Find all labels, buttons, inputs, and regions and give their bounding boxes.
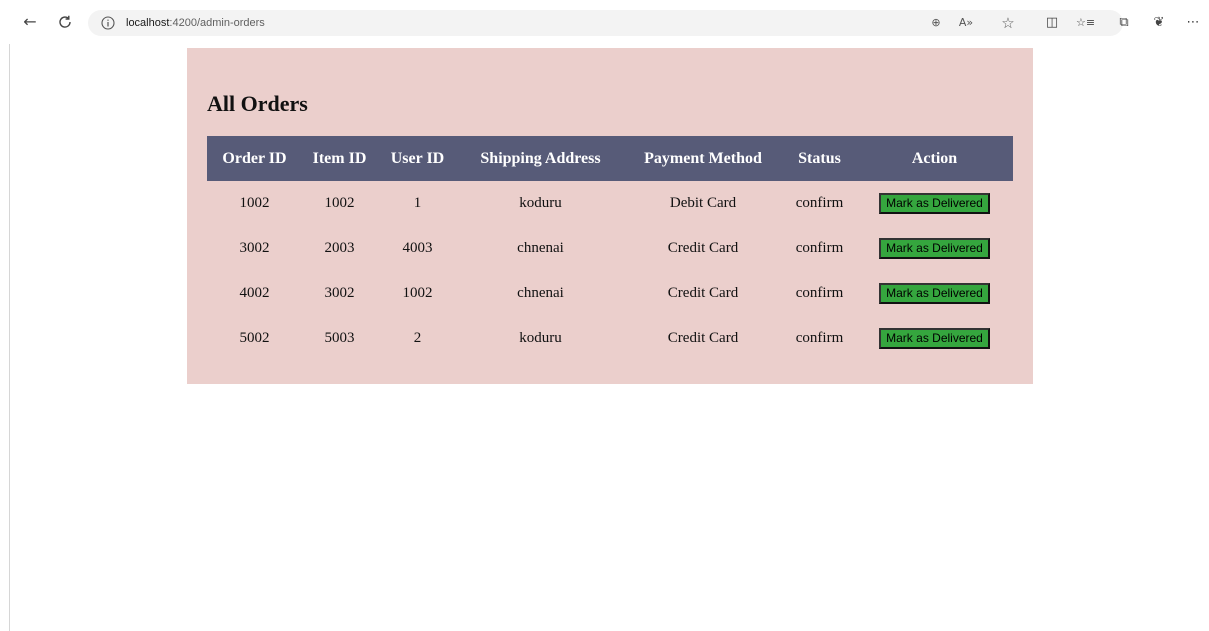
favorite-star-icon[interactable]: ☆ xyxy=(1000,15,1016,31)
mark-as-delivered-button[interactable]: Mark as Delivered xyxy=(879,238,990,259)
page-title: All Orders xyxy=(207,91,308,116)
read-aloud-icon[interactable]: A» xyxy=(958,15,974,31)
header-user-id: User ID xyxy=(390,149,445,167)
table-row: 5002 5003 2 koduru Credit Card confirm M… xyxy=(207,316,1013,361)
cell-order-id: 3002 xyxy=(239,240,270,256)
more-icon[interactable]: ⋯ xyxy=(1184,14,1202,32)
table-row: 1002 1002 1 koduru Debit Card confirm Ma… xyxy=(207,181,1013,226)
window-edge xyxy=(9,44,10,631)
mark-as-delivered-button[interactable]: Mark as Delivered xyxy=(879,328,990,349)
header-payment-method: Payment Method xyxy=(644,149,762,167)
cell-item-id: 2003 xyxy=(324,240,355,256)
orders-table: Order ID Item ID User ID Shipping Addres… xyxy=(207,136,1013,361)
cell-payment-method: Credit Card xyxy=(667,285,739,301)
header-order-id: Order ID xyxy=(222,149,287,167)
cell-user-id: 4003 xyxy=(402,240,433,256)
collections-icon[interactable]: ⧉ xyxy=(1115,14,1133,32)
orders-panel: All Orders Order ID Item ID User ID Ship… xyxy=(187,48,1033,384)
cell-payment-method: Debit Card xyxy=(669,195,737,211)
url-text[interactable]: localhost:4200/admin-orders xyxy=(126,15,265,31)
favorites-icon[interactable]: ☆≡ xyxy=(1076,14,1095,32)
info-icon[interactable] xyxy=(100,15,116,31)
cell-action: Mark as Delivered xyxy=(856,316,1013,361)
mark-as-delivered-button[interactable]: Mark as Delivered xyxy=(879,193,990,214)
extensions-icon[interactable]: ❦ xyxy=(1150,14,1168,32)
cell-order-id: 4002 xyxy=(239,285,270,301)
cell-shipping-address: koduru xyxy=(519,330,562,346)
cell-user-id: 1 xyxy=(413,195,422,211)
cell-order-id: 5002 xyxy=(239,330,270,346)
zoom-icon[interactable]: ⊕ xyxy=(928,15,944,31)
cell-action: Mark as Delivered xyxy=(856,271,1013,316)
address-bar[interactable]: localhost:4200/admin-orders ⊕ A» ☆ xyxy=(88,10,1123,36)
cell-user-id: 1002 xyxy=(402,285,433,301)
table-header-row: Order ID Item ID User ID Shipping Addres… xyxy=(207,136,1013,181)
browser-toolbar: ← localhost:4200/admin-orders ⊕ A» ☆ ◫ ☆… xyxy=(0,0,1209,44)
header-shipping-address: Shipping Address xyxy=(480,149,601,167)
header-item-id: Item ID xyxy=(312,149,367,167)
back-arrow-icon[interactable]: ← xyxy=(20,12,40,32)
mark-as-delivered-button[interactable]: Mark as Delivered xyxy=(879,283,990,304)
header-action: Action xyxy=(911,149,958,167)
table-row: 4002 3002 1002 chnenai Credit Card confi… xyxy=(207,271,1013,316)
cell-action: Mark as Delivered xyxy=(856,181,1013,226)
cell-shipping-address: koduru xyxy=(519,195,562,211)
cell-status: confirm xyxy=(795,330,844,346)
header-status: Status xyxy=(798,149,841,167)
split-screen-icon[interactable]: ◫ xyxy=(1043,14,1061,32)
cell-item-id: 1002 xyxy=(324,195,355,211)
cell-item-id: 5003 xyxy=(324,330,355,346)
refresh-icon-graphic xyxy=(59,15,71,28)
cell-status: confirm xyxy=(795,240,844,256)
cell-order-id: 1002 xyxy=(239,195,270,211)
url-host: localhost xyxy=(126,17,170,29)
cell-status: confirm xyxy=(795,285,844,301)
cell-item-id: 3002 xyxy=(324,285,355,301)
cell-shipping-address: chnenai xyxy=(517,240,564,256)
cell-payment-method: Credit Card xyxy=(667,330,739,346)
cell-shipping-address: chnenai xyxy=(517,285,564,301)
refresh-icon[interactable] xyxy=(55,12,75,32)
cell-action: Mark as Delivered xyxy=(856,226,1013,271)
url-path: :4200/admin-orders xyxy=(169,17,265,29)
table-row: 3002 2003 4003 chnenai Credit Card confi… xyxy=(207,226,1013,271)
cell-payment-method: Credit Card xyxy=(667,240,739,256)
cell-user-id: 2 xyxy=(413,330,422,346)
cell-status: confirm xyxy=(795,195,844,211)
